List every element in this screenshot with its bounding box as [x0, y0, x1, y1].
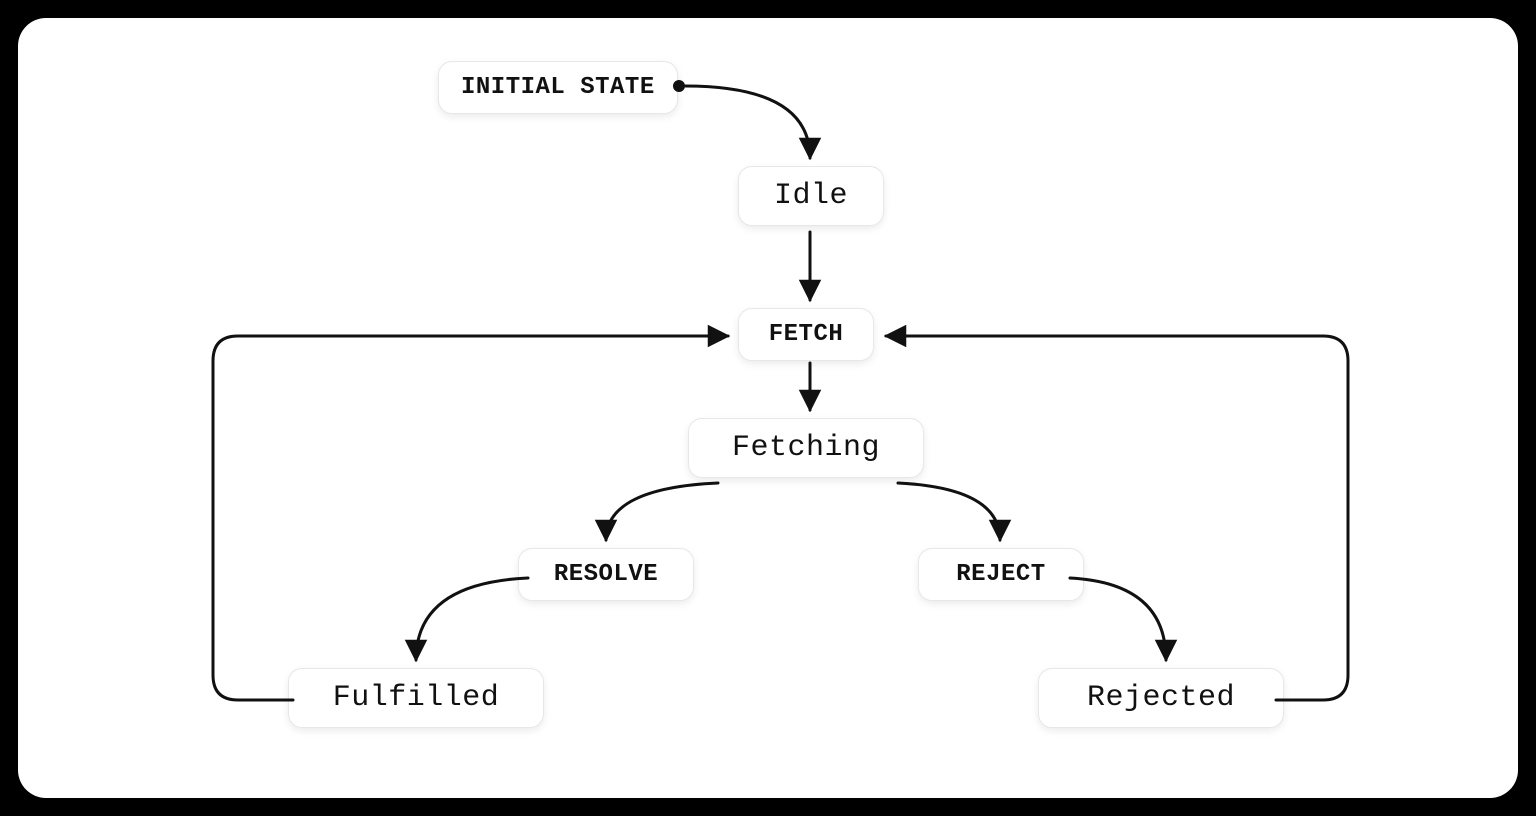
state-fetching: Fetching: [688, 418, 924, 478]
arrow-fetching-to-resolve: [606, 483, 718, 540]
state-fulfilled-label: Fulfilled: [333, 681, 500, 715]
state-fetching-label: Fetching: [732, 431, 880, 465]
diagram-card: INITIAL STATE Idle FETCH Fetching RESOLV…: [18, 18, 1518, 798]
initial-state-label: INITIAL STATE: [461, 74, 655, 101]
arrows-layer: [18, 18, 1518, 798]
arrow-initial-to-idle: [685, 86, 810, 158]
arrow-rejected-to-fetch: [886, 336, 1348, 700]
state-rejected: Rejected: [1038, 668, 1284, 728]
state-rejected-label: Rejected: [1087, 681, 1235, 715]
initial-state-node: INITIAL STATE: [438, 61, 678, 114]
state-idle: Idle: [738, 166, 884, 226]
event-reject: REJECT: [918, 548, 1084, 601]
event-fetch: FETCH: [738, 308, 874, 361]
state-fulfilled: Fulfilled: [288, 668, 544, 728]
event-reject-label: REJECT: [956, 561, 1045, 588]
arrow-reject-to-rejected: [1070, 578, 1166, 660]
event-resolve: RESOLVE: [518, 548, 694, 601]
event-resolve-label: RESOLVE: [554, 561, 658, 588]
arrow-fetching-to-reject: [898, 483, 1000, 540]
arrow-fulfilled-to-fetch: [213, 336, 728, 700]
state-idle-label: Idle: [774, 179, 848, 213]
arrow-resolve-to-fulfilled: [416, 578, 528, 660]
event-fetch-label: FETCH: [769, 321, 844, 348]
